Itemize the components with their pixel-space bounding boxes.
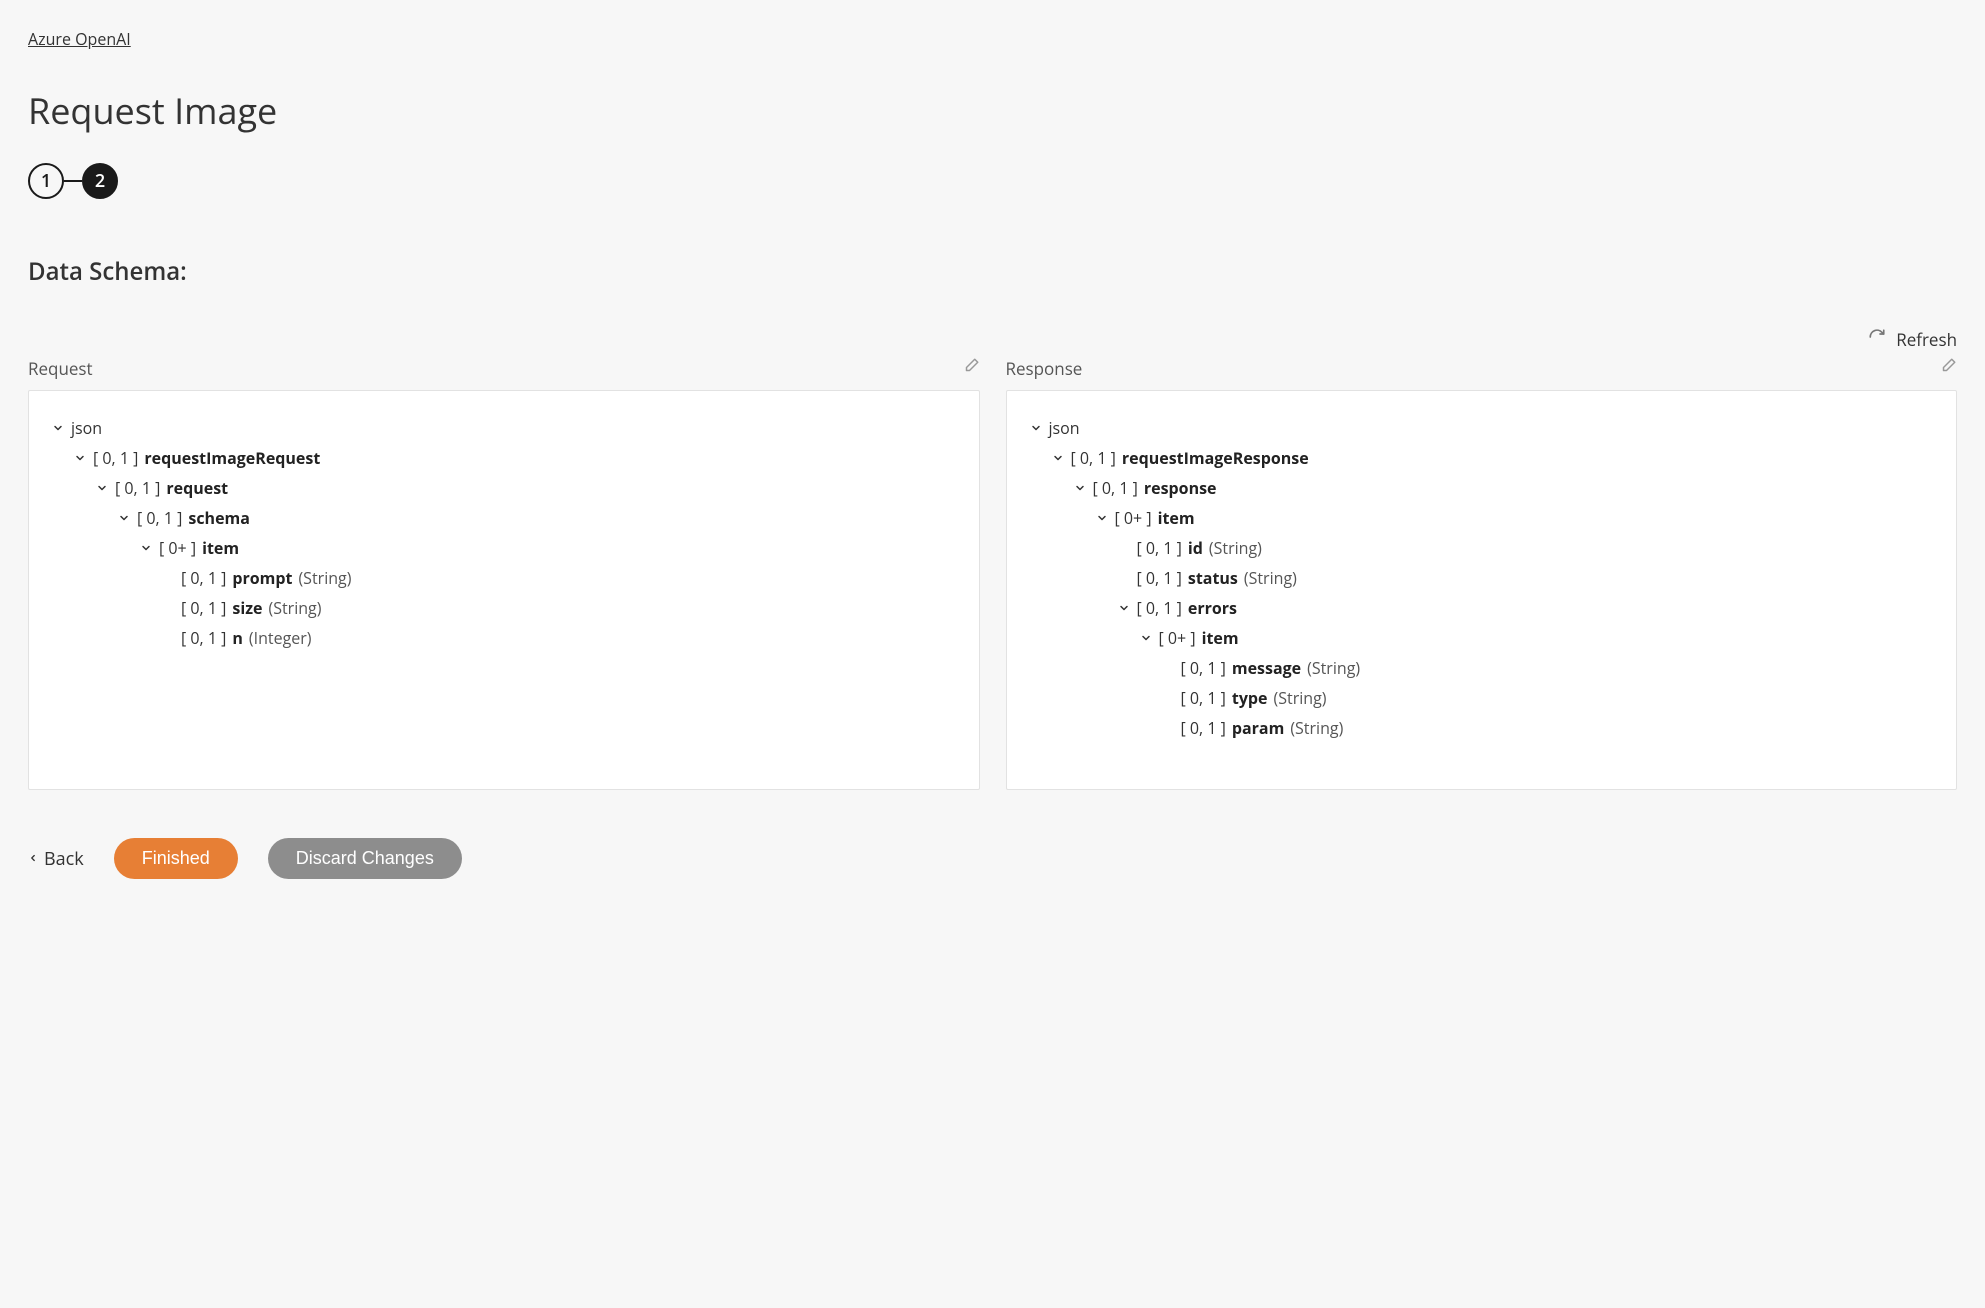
tree-root[interactable]: json <box>1029 413 1935 443</box>
chevron-down-icon[interactable] <box>1051 452 1065 464</box>
tree-node: [ 0, 1 ] message (String) <box>1161 653 1935 683</box>
tree-node-cardinality: [ 0+ ] <box>159 537 196 559</box>
tree-node-name: item <box>1158 507 1195 529</box>
tree-node-name: errors <box>1188 597 1237 619</box>
tree-node[interactable]: [ 0, 1 ] request <box>95 473 957 503</box>
tree-node-type: (String) <box>1290 717 1343 739</box>
tree-root-label: json <box>1049 417 1080 439</box>
tree-node-cardinality: [ 0, 1 ] <box>181 627 226 649</box>
response-schema-tree: json[ 0, 1 ] requestImageResponse[ 0, 1 … <box>1029 413 1935 743</box>
tree-node: [ 0, 1 ] status (String) <box>1117 563 1935 593</box>
chevron-down-icon[interactable] <box>51 422 65 434</box>
tree-node-name: schema <box>188 507 250 529</box>
tree-node-cardinality: [ 0, 1 ] <box>181 597 226 619</box>
back-button[interactable]: Back <box>28 847 84 871</box>
back-label: Back <box>44 847 84 871</box>
page-title: Request Image <box>28 86 1957 135</box>
step-1[interactable]: 1 <box>28 163 64 199</box>
request-panel-label: Request <box>28 357 93 380</box>
tree-node-cardinality: [ 0, 1 ] <box>1137 567 1182 589</box>
tree-node[interactable]: [ 0+ ] item <box>139 533 957 563</box>
tree-node[interactable]: [ 0, 1 ] requestImageRequest <box>73 443 957 473</box>
tree-node-name: n <box>232 627 243 649</box>
finished-button[interactable]: Finished <box>114 838 238 879</box>
tree-node-type: (String) <box>1307 657 1360 679</box>
tree-node-type: (String) <box>1274 687 1327 709</box>
tree-node[interactable]: [ 0, 1 ] requestImageResponse <box>1051 443 1935 473</box>
tree-node-type: (String) <box>298 567 351 589</box>
tree-node[interactable]: [ 0, 1 ] errors <box>1117 593 1935 623</box>
tree-node-cardinality: [ 0, 1 ] <box>115 477 160 499</box>
chevron-down-icon[interactable] <box>1095 512 1109 524</box>
discard-button[interactable]: Discard Changes <box>268 838 462 879</box>
tree-node-type: (String) <box>1244 567 1297 589</box>
step-connector <box>64 180 82 182</box>
tree-node-name: prompt <box>232 567 292 589</box>
tree-node: [ 0, 1 ] type (String) <box>1161 683 1935 713</box>
tree-node: [ 0, 1 ] prompt (String) <box>161 563 957 593</box>
tree-node-name: item <box>1202 627 1239 649</box>
breadcrumb[interactable]: Azure OpenAI <box>28 28 131 50</box>
tree-node-name: request <box>166 477 228 499</box>
chevron-down-icon[interactable] <box>1073 482 1087 494</box>
edit-response-icon[interactable] <box>1939 357 1957 380</box>
tree-node-name: type <box>1232 687 1268 709</box>
step-2[interactable]: 2 <box>82 163 118 199</box>
tree-node-cardinality: [ 0, 1 ] <box>1137 597 1182 619</box>
tree-root[interactable]: json <box>51 413 957 443</box>
refresh-label: Refresh <box>1896 328 1957 351</box>
chevron-down-icon[interactable] <box>117 512 131 524</box>
tree-node: [ 0, 1 ] id (String) <box>1117 533 1935 563</box>
request-schema-tree: json[ 0, 1 ] requestImageRequest[ 0, 1 ]… <box>51 413 957 653</box>
tree-node-cardinality: [ 0, 1 ] <box>1181 657 1226 679</box>
tree-node-type: (Integer) <box>249 627 312 649</box>
chevron-down-icon[interactable] <box>139 542 153 554</box>
refresh-button[interactable]: Refresh <box>1868 328 1957 351</box>
tree-node: [ 0, 1 ] n (Integer) <box>161 623 957 653</box>
tree-node-cardinality: [ 0, 1 ] <box>181 567 226 589</box>
tree-node-name: response <box>1144 477 1217 499</box>
tree-root-label: json <box>71 417 102 439</box>
tree-node-type: (String) <box>1209 537 1262 559</box>
tree-node-cardinality: [ 0, 1 ] <box>93 447 138 469</box>
tree-node-cardinality: [ 0, 1 ] <box>137 507 182 529</box>
tree-node-cardinality: [ 0, 1 ] <box>1137 537 1182 559</box>
chevron-down-icon[interactable] <box>73 452 87 464</box>
tree-node-cardinality: [ 0+ ] <box>1115 507 1152 529</box>
tree-node-cardinality: [ 0, 1 ] <box>1181 717 1226 739</box>
stepper: 1 2 <box>28 163 1957 199</box>
tree-node-name: requestImageResponse <box>1122 447 1309 469</box>
tree-node[interactable]: [ 0+ ] item <box>1139 623 1935 653</box>
chevron-down-icon[interactable] <box>1029 422 1043 434</box>
tree-node-cardinality: [ 0, 1 ] <box>1093 477 1138 499</box>
tree-node-name: param <box>1232 717 1284 739</box>
tree-node-name: size <box>232 597 262 619</box>
response-panel-label: Response <box>1006 357 1083 380</box>
tree-node-name: requestImageRequest <box>144 447 320 469</box>
section-title: Data Schema: <box>28 255 1957 288</box>
tree-node-cardinality: [ 0+ ] <box>1159 627 1196 649</box>
refresh-icon <box>1868 328 1886 351</box>
tree-node-type: (String) <box>268 597 321 619</box>
tree-node[interactable]: [ 0, 1 ] response <box>1073 473 1935 503</box>
tree-node-cardinality: [ 0, 1 ] <box>1181 687 1226 709</box>
chevron-left-icon <box>28 847 38 871</box>
edit-request-icon[interactable] <box>962 357 980 380</box>
chevron-down-icon[interactable] <box>1117 602 1131 614</box>
chevron-down-icon[interactable] <box>95 482 109 494</box>
tree-node[interactable]: [ 0, 1 ] schema <box>117 503 957 533</box>
chevron-down-icon[interactable] <box>1139 632 1153 644</box>
tree-node[interactable]: [ 0+ ] item <box>1095 503 1935 533</box>
tree-node-name: id <box>1188 537 1203 559</box>
tree-node-name: item <box>202 537 239 559</box>
tree-node: [ 0, 1 ] param (String) <box>1161 713 1935 743</box>
tree-node-name: message <box>1232 657 1301 679</box>
tree-node-cardinality: [ 0, 1 ] <box>1071 447 1116 469</box>
tree-node: [ 0, 1 ] size (String) <box>161 593 957 623</box>
tree-node-name: status <box>1188 567 1238 589</box>
